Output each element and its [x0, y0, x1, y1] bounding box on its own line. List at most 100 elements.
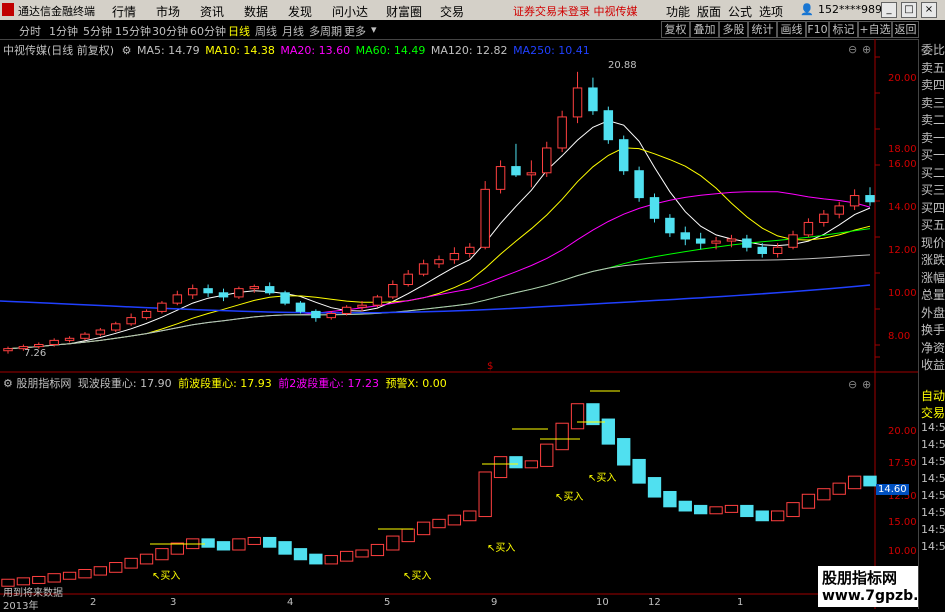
- candle-body: [665, 217, 675, 234]
- user-phone[interactable]: 152****9892: [818, 3, 889, 16]
- menu-faxian[interactable]: 发现: [288, 3, 312, 20]
- menu-gongshi[interactable]: 公式: [728, 3, 752, 20]
- period-day[interactable]: 日线: [228, 23, 250, 39]
- tick-time-7: 14:56: [921, 506, 945, 519]
- quote-field-5[interactable]: 卖一: [921, 129, 945, 146]
- period-1min[interactable]: 1分钟: [49, 23, 78, 39]
- quote-field-8[interactable]: 买三: [921, 181, 945, 198]
- quote-field-15[interactable]: 外盘: [921, 304, 945, 321]
- current-value-badge: 14.60: [876, 484, 909, 495]
- period-multi[interactable]: 多周期: [309, 23, 342, 39]
- indicator-box: [678, 500, 692, 512]
- quote-field-0[interactable]: 委比: [921, 41, 945, 58]
- quote-field-13[interactable]: 涨幅: [921, 269, 945, 286]
- back-button[interactable]: 返回: [892, 21, 919, 38]
- indicator-box: [647, 477, 662, 498]
- fuquan-button[interactable]: 复权: [661, 21, 690, 38]
- quote-field-12[interactable]: 涨跌: [921, 251, 945, 268]
- quote-field-18[interactable]: 收益: [921, 356, 945, 373]
- quote-field-16[interactable]: 换手: [921, 321, 945, 338]
- menu-caifuquan[interactable]: 财富圈: [386, 3, 422, 20]
- indicator-value: 前波段重心: 17.93: [178, 377, 272, 390]
- menu-banmian[interactable]: 版面: [697, 3, 721, 20]
- candle-body: [341, 306, 352, 314]
- auto-trade-toggle-1[interactable]: 交易: [921, 404, 945, 421]
- quote-field-1[interactable]: 卖五: [921, 59, 945, 76]
- quote-field-6[interactable]: 买一: [921, 146, 945, 163]
- f10-button[interactable]: F10: [806, 21, 829, 38]
- indicator-box: [232, 538, 246, 551]
- menu-gongneng[interactable]: 功能: [666, 3, 690, 20]
- ma20-line: [7, 191, 871, 350]
- period-month[interactable]: 月线: [282, 23, 304, 39]
- y-tick: 14.00: [888, 202, 917, 213]
- indicator-box: [355, 549, 369, 558]
- watermark-line2: www.7gpzb.com: [822, 588, 945, 604]
- menu-hangqing[interactable]: 行情: [112, 3, 136, 20]
- multi-stock-button[interactable]: 多股: [719, 21, 748, 38]
- user-icon[interactable]: 👤: [800, 3, 814, 16]
- mark-button[interactable]: 标记: [829, 21, 858, 38]
- quote-field-11[interactable]: 现价: [921, 234, 945, 251]
- candle-body: [295, 302, 306, 312]
- indicator-box: [694, 504, 708, 515]
- candle-body: [695, 238, 706, 244]
- auto-trade-toggle-0[interactable]: 自动: [921, 387, 945, 404]
- add-watchlist-button[interactable]: +自选: [858, 21, 892, 38]
- candle-body: [111, 323, 121, 331]
- chevron-down-icon[interactable]: ▾: [371, 23, 377, 36]
- quote-field-2[interactable]: 卖四: [921, 76, 945, 93]
- ma60-line: [7, 254, 871, 350]
- period-fenshi[interactable]: 分时: [19, 23, 41, 39]
- menu-zixun[interactable]: 资讯: [200, 3, 224, 20]
- quote-field-14[interactable]: 总量: [921, 286, 945, 303]
- period-15min[interactable]: 15分钟: [115, 23, 151, 39]
- period-more[interactable]: 更多: [344, 23, 366, 39]
- sub-settings-icon[interactable]: ⚙: [3, 377, 13, 390]
- period-60min[interactable]: 60分钟: [190, 23, 226, 39]
- draw-line-button[interactable]: 画线: [777, 21, 806, 38]
- candle-body: [264, 286, 275, 294]
- menu-shuju[interactable]: 数据: [244, 3, 268, 20]
- menu-shichang[interactable]: 市场: [156, 3, 180, 20]
- overlay-button[interactable]: 叠加: [690, 21, 719, 38]
- menu-jiaoyi[interactable]: 交易: [440, 3, 464, 20]
- indicator-box: [370, 543, 385, 557]
- app-logo-icon: [2, 3, 14, 16]
- login-notice[interactable]: 证券交易未登录 中视传媒: [513, 3, 638, 19]
- ma40-line: [7, 228, 871, 350]
- candle-body: [449, 252, 460, 261]
- quote-field-7[interactable]: 买二: [921, 164, 945, 181]
- minimize-icon[interactable]: _: [881, 2, 897, 18]
- stats-button[interactable]: 统计: [748, 21, 777, 38]
- y-tick: 8.00: [888, 331, 911, 342]
- candle-body: [64, 337, 75, 341]
- indicator-box: [309, 553, 323, 565]
- buy-signal-label: ↖买入: [403, 571, 432, 582]
- menu-wenxiaoda[interactable]: 问小达: [332, 3, 368, 20]
- quote-field-17[interactable]: 净资: [921, 339, 945, 356]
- quote-field-4[interactable]: 卖二: [921, 111, 945, 128]
- period-5min[interactable]: 5分钟: [83, 23, 112, 39]
- maximize-icon[interactable]: □: [901, 2, 917, 18]
- close-icon[interactable]: ×: [921, 2, 937, 18]
- candle-body: [126, 317, 136, 325]
- event-marker[interactable]: $: [487, 361, 493, 372]
- tick-time-6: 14:56: [921, 489, 945, 502]
- indicator-box: [401, 528, 415, 543]
- indicator-box: [770, 510, 785, 522]
- quote-field-10[interactable]: 买五: [921, 216, 945, 233]
- indicator-value: 预警X: 0.00: [385, 377, 447, 390]
- candle-body: [603, 110, 614, 141]
- quote-field-3[interactable]: 卖三: [921, 94, 945, 111]
- indicator-box: [755, 510, 769, 522]
- quote-field-9[interactable]: 买四: [921, 199, 945, 216]
- tick-time-9: 14:56: [921, 540, 945, 553]
- candle-body: [465, 246, 475, 254]
- menu-xuanxiang[interactable]: 选项: [759, 3, 783, 20]
- period-30min[interactable]: 30分钟: [152, 23, 188, 39]
- kline-chart-area[interactable]: 中视传媒(日线 前复权) ⚙ MA5: 14.79 MA10: 14.38 MA…: [0, 39, 918, 612]
- period-week[interactable]: 周线: [255, 23, 277, 39]
- candle-body: [372, 296, 383, 306]
- indicator-box: [447, 514, 462, 526]
